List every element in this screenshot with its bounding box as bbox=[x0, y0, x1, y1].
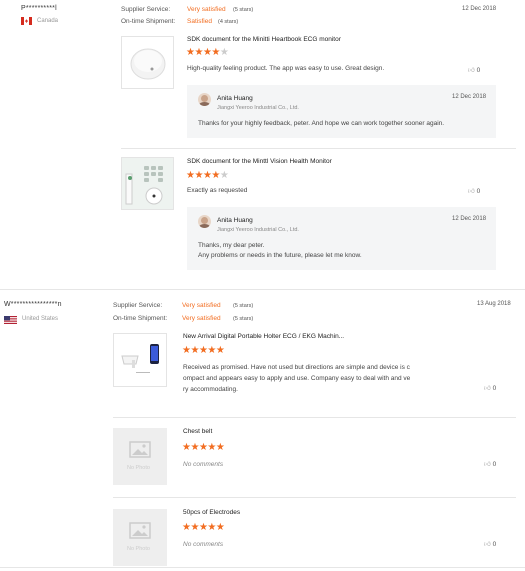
star-icon: ★ bbox=[215, 522, 225, 533]
thumbs-up-icon: 👍︎ bbox=[484, 541, 491, 548]
shipment-label: On-time Shipment: bbox=[113, 315, 168, 322]
like-count: 0 bbox=[476, 67, 481, 74]
like-count: 0 bbox=[492, 541, 497, 548]
shipment-stars: (4 stars) bbox=[218, 19, 239, 25]
no-photo-label: No Photo bbox=[127, 465, 150, 471]
holter-ecg-image bbox=[121, 344, 159, 373]
seller-name: Anita Huang bbox=[217, 217, 253, 224]
divider bbox=[121, 148, 516, 149]
ecg-monitor-image bbox=[130, 48, 166, 80]
like-button[interactable]: 👍︎ 0 bbox=[484, 384, 496, 392]
shipment-label: On-time Shipment: bbox=[121, 18, 176, 25]
like-count: 0 bbox=[492, 461, 497, 468]
like-button[interactable]: 👍︎ 0 bbox=[468, 66, 480, 74]
star-icon: ★ bbox=[219, 170, 229, 181]
review-date: 13 Aug 2018 bbox=[477, 301, 511, 307]
reviewer-country: Canada bbox=[37, 18, 59, 24]
star-icon: ★ bbox=[190, 345, 199, 356]
star-icon: ★ bbox=[219, 47, 229, 58]
thumbs-up-icon: 👍︎ bbox=[484, 461, 491, 468]
image-placeholder-icon bbox=[129, 522, 151, 539]
supplier-service-value: Very satisfied bbox=[187, 6, 226, 13]
thumbs-up-icon: 👍︎ bbox=[468, 188, 475, 195]
supplier-service-stars: (5 stars) bbox=[233, 303, 254, 309]
like-button[interactable]: 👍︎ 0 bbox=[468, 187, 480, 195]
supplier-service-label: Supplier Service: bbox=[121, 6, 171, 13]
reply-text: Thanks for your highly feedback, peter. … bbox=[198, 120, 445, 127]
no-photo-label: No Photo bbox=[127, 546, 150, 552]
thumbs-up-icon: 👍︎ bbox=[484, 385, 491, 392]
product-title[interactable]: Chest belt bbox=[183, 428, 212, 435]
star-icon: ★ bbox=[211, 170, 220, 181]
reply-text-line: Thanks, my dear peter. bbox=[198, 242, 265, 249]
image-placeholder-icon bbox=[129, 441, 151, 458]
supplier-service-label: Supplier Service: bbox=[113, 302, 163, 309]
product-thumbnail[interactable] bbox=[121, 157, 174, 210]
rating-stars: ★★★★★ bbox=[186, 170, 229, 181]
reply-date: 12 Dec 2018 bbox=[452, 216, 487, 222]
star-icon: ★ bbox=[207, 442, 216, 453]
review-text: Exactly as requested bbox=[187, 187, 248, 194]
no-photo-placeholder: No Photo bbox=[113, 509, 167, 566]
star-icon: ★ bbox=[207, 522, 216, 533]
seller-reply: Anita Huang Jiangxi Yeeroo Industrial Co… bbox=[187, 207, 496, 270]
star-icon: ★ bbox=[190, 522, 199, 533]
thumbs-up-icon: 👍︎ bbox=[468, 67, 475, 74]
shipment-value: Very satisfied bbox=[182, 315, 221, 322]
supplier-service-value: Very satisfied bbox=[182, 302, 221, 309]
star-icon: ★ bbox=[215, 345, 225, 356]
review-text: No comments bbox=[183, 541, 224, 548]
reviewer-name: W****************n bbox=[4, 301, 62, 308]
star-icon: ★ bbox=[215, 442, 225, 453]
review-date: 12 Dec 2018 bbox=[462, 6, 497, 12]
seller-avatar bbox=[198, 93, 211, 106]
review-separator bbox=[0, 567, 525, 568]
divider bbox=[113, 497, 516, 498]
star-icon: ★ bbox=[211, 47, 220, 58]
product-title[interactable]: New Arrival Digital Portable Holter ECG … bbox=[183, 333, 344, 340]
product-title[interactable]: SDK document for the Minitti Heartbook E… bbox=[187, 36, 341, 43]
like-count: 0 bbox=[492, 385, 497, 392]
product-title[interactable]: 50pcs of Electrodes bbox=[183, 509, 240, 516]
review-text: High-quality feeling product. The app wa… bbox=[187, 65, 385, 72]
star-icon: ★ bbox=[194, 47, 203, 58]
review-text: No comments bbox=[183, 461, 224, 468]
review-text-line: Received as promised. Have not used but … bbox=[183, 364, 410, 371]
review-text-line: ry accommodating. bbox=[183, 386, 238, 393]
shipment-value: Satisfied bbox=[187, 18, 212, 25]
reviewer-name: P**********l bbox=[21, 5, 57, 12]
seller-company: Jiangxi Yeeroo Industrial Co., Ltd. bbox=[217, 227, 299, 233]
review-text-line: ompact and appears easy to apply and use… bbox=[183, 375, 411, 382]
like-button[interactable]: 👍︎ 0 bbox=[484, 460, 496, 468]
reply-date: 12 Dec 2018 bbox=[452, 94, 487, 100]
canada-flag-icon bbox=[21, 17, 32, 25]
product-thumbnail[interactable] bbox=[113, 333, 167, 387]
rating-stars: ★★★★★ bbox=[186, 47, 229, 58]
supplier-service-stars: (5 stars) bbox=[233, 7, 254, 13]
reply-text-line: Any problems or needs in the future, ple… bbox=[198, 252, 362, 259]
seller-name: Anita Huang bbox=[217, 95, 253, 102]
rating-stars: ★★★★★ bbox=[182, 442, 225, 453]
seller-reply: Anita Huang Jiangxi Yeeroo Industrial Co… bbox=[187, 85, 496, 138]
shipment-stars: (5 stars) bbox=[233, 316, 254, 322]
seller-avatar bbox=[198, 215, 211, 228]
product-title[interactable]: SDK document for the Minttl Vision Healt… bbox=[187, 158, 332, 165]
product-thumbnail[interactable] bbox=[121, 36, 174, 89]
usa-flag-icon bbox=[4, 316, 17, 324]
review-separator bbox=[0, 289, 525, 290]
no-photo-placeholder: No Photo bbox=[113, 428, 167, 485]
rating-stars: ★★★★★ bbox=[182, 345, 225, 356]
reviewer-country: United States bbox=[22, 316, 59, 322]
star-icon: ★ bbox=[194, 170, 203, 181]
divider bbox=[113, 417, 516, 418]
star-icon: ★ bbox=[190, 442, 199, 453]
star-icon: ★ bbox=[207, 345, 216, 356]
rating-stars: ★★★★★ bbox=[182, 522, 225, 533]
vision-monitor-image bbox=[122, 158, 173, 209]
seller-company: Jiangxi Yeeroo Industrial Co., Ltd. bbox=[217, 105, 299, 111]
like-button[interactable]: 👍︎ 0 bbox=[484, 540, 496, 548]
like-count: 0 bbox=[476, 188, 481, 195]
